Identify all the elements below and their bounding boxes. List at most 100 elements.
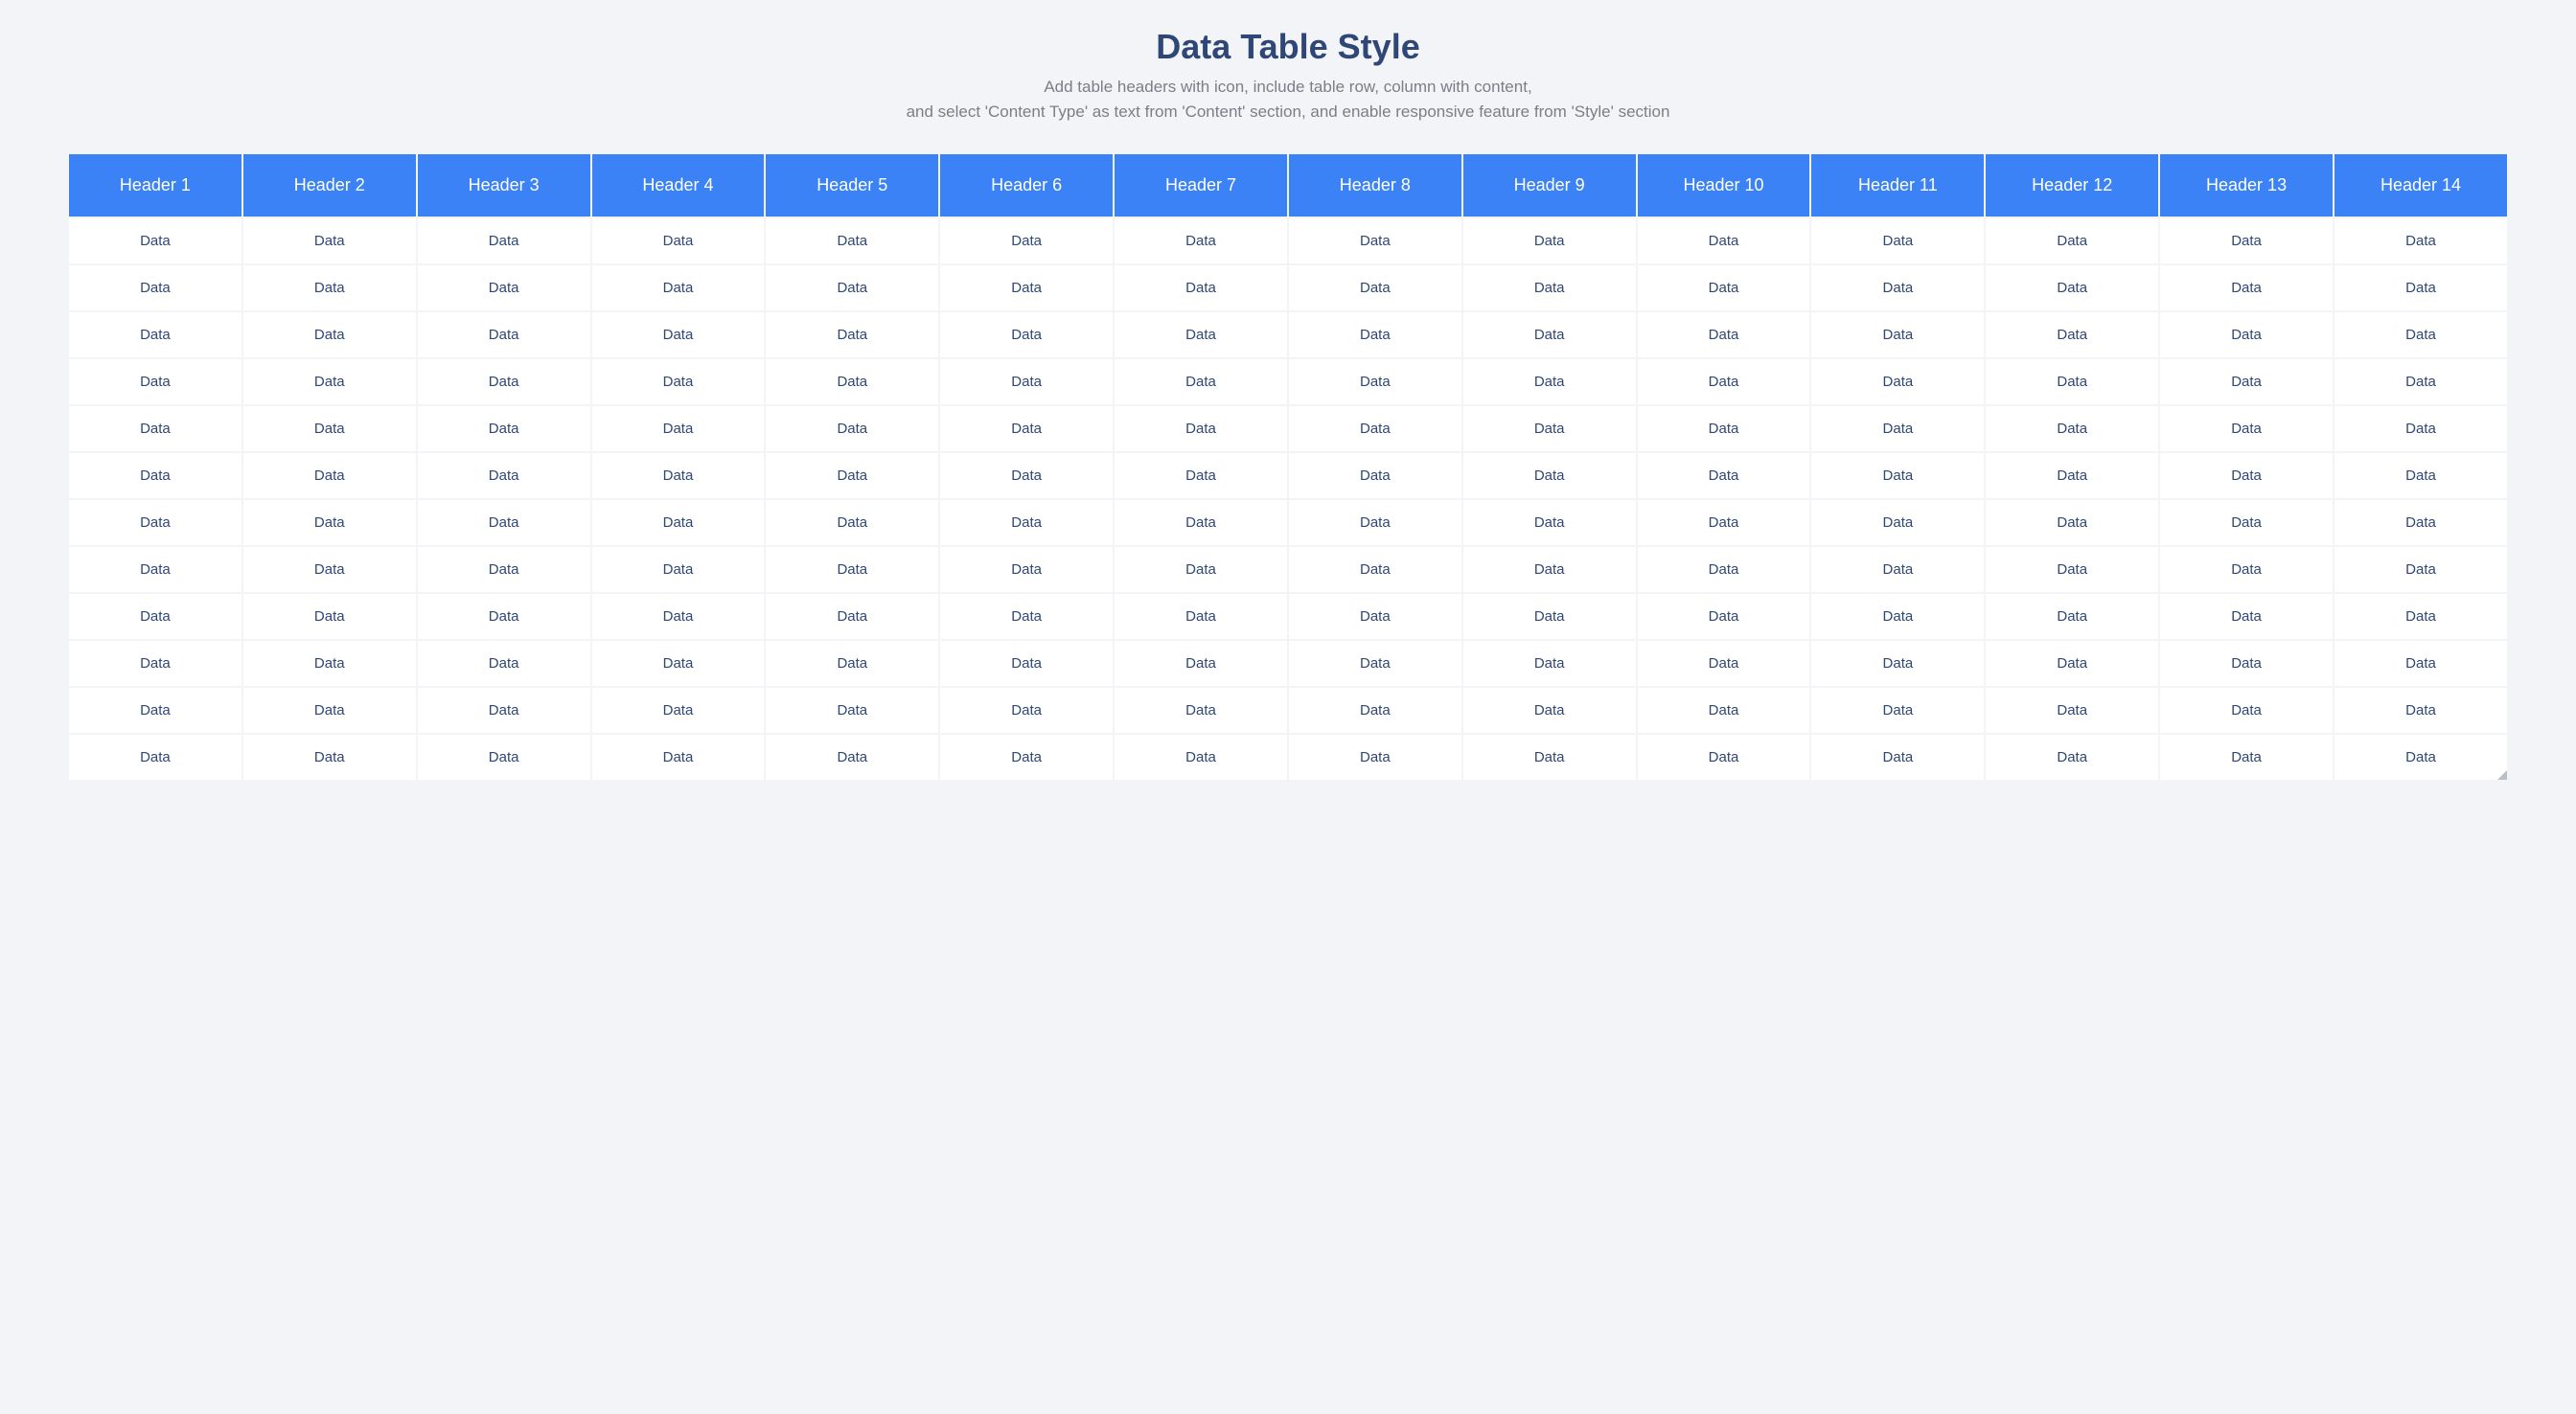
table-cell: Data [592,500,765,545]
table-header-cell: Header 8 [1289,154,1461,217]
table-cell: Data [2334,547,2507,592]
table-cell: Data [1463,312,1636,357]
table-cell: Data [69,500,242,545]
table-row: DataDataDataDataDataDataDataDataDataData… [69,359,2507,404]
resize-handle-icon[interactable] [2497,770,2507,780]
table-cell: Data [418,359,590,404]
table-cell: Data [2160,594,2333,639]
table-cell: Data [1811,547,1984,592]
table-cell: Data [1638,688,1810,733]
table-cell: Data [2334,500,2507,545]
table-cell: Data [1638,547,1810,592]
table-cell: Data [418,594,590,639]
table-cell: Data [1115,688,1287,733]
table-cell: Data [2334,594,2507,639]
table-cell: Data [2334,312,2507,357]
table-cell: Data [592,453,765,498]
table-cell: Data [243,453,416,498]
table-cell: Data [1463,547,1636,592]
table-cell: Data [766,406,938,451]
table-cell: Data [1115,359,1287,404]
table-cell: Data [592,265,765,310]
table-cell: Data [69,547,242,592]
table-header-cell: Header 14 [2334,154,2507,217]
table-cell: Data [2334,735,2507,780]
table-cell: Data [2160,500,2333,545]
table-cell: Data [592,594,765,639]
table-cell: Data [243,735,416,780]
table-cell: Data [69,312,242,357]
table-cell: Data [592,406,765,451]
table-cell: Data [592,547,765,592]
table-cell: Data [766,547,938,592]
table-cell: Data [2334,265,2507,310]
table-cell: Data [69,406,242,451]
table-row: DataDataDataDataDataDataDataDataDataData… [69,265,2507,310]
table-cell: Data [2160,265,2333,310]
table-cell: Data [1463,735,1636,780]
table-cell: Data [592,641,765,686]
table-cell: Data [243,594,416,639]
table-cell: Data [1986,406,2158,451]
table-cell: Data [2160,547,2333,592]
table-cell: Data [1638,265,1810,310]
table-cell: Data [1986,688,2158,733]
table-cell: Data [1463,218,1636,263]
table-cell: Data [418,312,590,357]
table-cell: Data [1638,218,1810,263]
table-cell: Data [2334,406,2507,451]
table-cell: Data [1289,453,1461,498]
table-cell: Data [2160,312,2333,357]
table-row: DataDataDataDataDataDataDataDataDataData… [69,594,2507,639]
table-cell: Data [1115,547,1287,592]
table-cell: Data [766,312,938,357]
table-cell: Data [1811,641,1984,686]
table-cell: Data [1115,735,1287,780]
table-cell: Data [1638,641,1810,686]
table-cell: Data [1289,265,1461,310]
table-cell: Data [1115,265,1287,310]
table-header-cell: Header 5 [766,154,938,217]
table-cell: Data [69,688,242,733]
table-header-row: Header 1Header 2Header 3Header 4Header 5… [69,154,2507,217]
table-cell: Data [940,735,1113,780]
table-cell: Data [1463,641,1636,686]
table-cell: Data [418,641,590,686]
table-cell: Data [766,500,938,545]
table-header-cell: Header 1 [69,154,242,217]
table-cell: Data [1986,218,2158,263]
table-cell: Data [2160,218,2333,263]
data-table: Header 1Header 2Header 3Header 4Header 5… [67,152,2509,782]
table-cell: Data [418,265,590,310]
table-cell: Data [418,688,590,733]
table-cell: Data [1811,406,1984,451]
table-cell: Data [592,359,765,404]
table-cell: Data [766,265,938,310]
table-cell: Data [2334,641,2507,686]
table-cell: Data [940,406,1113,451]
table-cell: Data [418,735,590,780]
page-title: Data Table Style [67,27,2509,67]
table-cell: Data [69,218,242,263]
table-cell: Data [1115,641,1287,686]
table-cell: Data [418,547,590,592]
table-cell: Data [2160,453,2333,498]
table-head: Header 1Header 2Header 3Header 4Header 5… [69,154,2507,217]
table-cell: Data [1463,594,1636,639]
table-row: DataDataDataDataDataDataDataDataDataData… [69,547,2507,592]
table-header-cell: Header 13 [2160,154,2333,217]
table-cell: Data [243,265,416,310]
table-cell: Data [1986,359,2158,404]
table-cell: Data [418,218,590,263]
table-cell: Data [1986,594,2158,639]
table-cell: Data [1638,406,1810,451]
table-cell: Data [243,359,416,404]
table-cell: Data [940,218,1113,263]
table-cell: Data [1289,312,1461,357]
table-cell: Data [1289,641,1461,686]
table-cell: Data [243,218,416,263]
table-cell: Data [1638,359,1810,404]
table-cell: Data [418,453,590,498]
table-cell: Data [2160,359,2333,404]
table-cell: Data [1811,265,1984,310]
